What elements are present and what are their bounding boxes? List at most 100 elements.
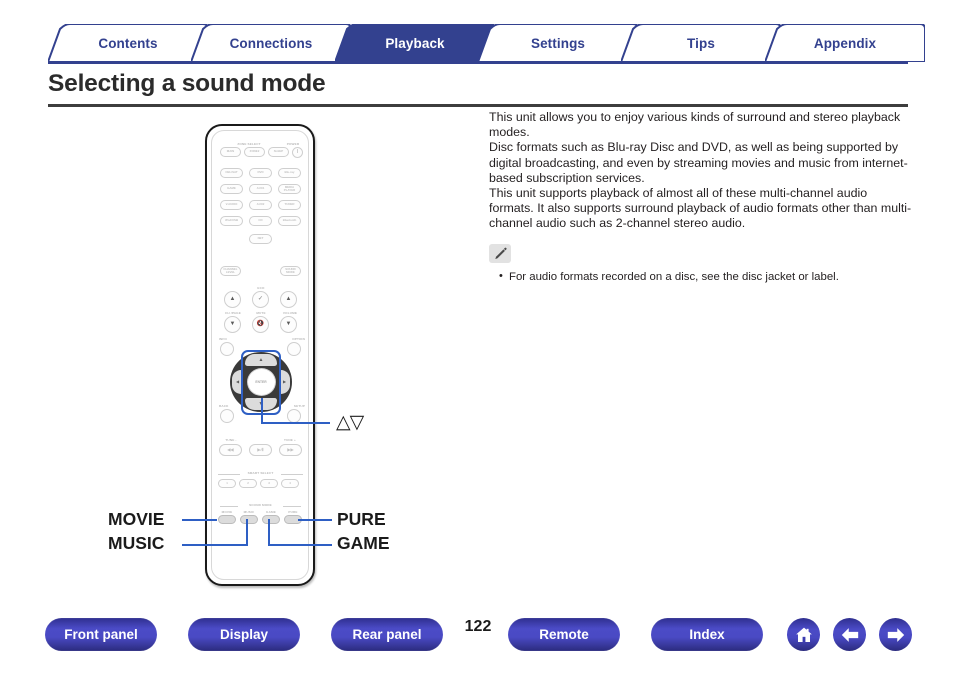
- callout-line-music-horiz: [182, 544, 248, 546]
- callout-line-music-vert: [246, 519, 248, 546]
- remote-button-main[interactable]: MAIN: [220, 147, 241, 157]
- remote-label-back: BACK: [219, 404, 229, 408]
- cursor-up-button[interactable]: ▲: [245, 354, 277, 366]
- callout-line-cursor-vert: [261, 398, 263, 424]
- nav-button-index[interactable]: Index: [651, 618, 763, 651]
- remote-button-skip-forward[interactable]: ▶▶: [279, 444, 302, 456]
- callout-line-game-horiz: [268, 544, 332, 546]
- remote-button-media-player[interactable]: MEDIA PLAYER: [278, 184, 301, 194]
- remote-button-movie[interactable]: .: [218, 515, 236, 524]
- note-block: For audio formats recorded on a disc, se…: [489, 244, 913, 285]
- remote-label-smart-select: SMART SELECT: [247, 471, 274, 475]
- remote-button-bluetooth[interactable]: Bluetooth: [278, 216, 301, 226]
- remote-button-bluray[interactable]: Blu-ray: [278, 168, 301, 178]
- remote-button-channel-down[interactable]: ▼: [224, 316, 241, 333]
- remote-label-pure: PURE: [288, 510, 298, 514]
- remote-button-smart-3[interactable]: 3: [260, 479, 278, 488]
- remote-button-aux2[interactable]: AUX2: [249, 200, 272, 210]
- forward-arrow-icon[interactable]: [879, 618, 912, 651]
- page-number: 122: [464, 618, 492, 635]
- remote-button-volume-up[interactable]: ▲: [280, 291, 297, 308]
- remote-button-smart-2[interactable]: 2: [239, 479, 257, 488]
- remote-button-mute[interactable]: 🔇: [252, 316, 269, 333]
- remote-label-music: MUSIC: [243, 510, 255, 514]
- nav-button-display[interactable]: Display: [188, 618, 300, 651]
- remote-button-game-mode[interactable]: .: [262, 515, 280, 524]
- callout-label-cursor-updown: △▽: [336, 412, 364, 433]
- nav-button-rear-panel[interactable]: Rear panel: [331, 618, 443, 651]
- tab-appendix[interactable]: Appendix: [765, 24, 925, 62]
- remote-label-sound-mode: SOUND MODE: [249, 503, 272, 507]
- remote-button-sleep[interactable]: SLEEP: [268, 147, 289, 157]
- tab-bar: Contents Connections Playback Settings Tips A…: [48, 24, 925, 64]
- remote-label-option: OPTION: [292, 337, 305, 341]
- remote-label-game: GAME: [266, 510, 276, 514]
- body-paragraph: Disc formats such as Blu-ray Disc and DV…: [489, 140, 908, 185]
- callout-line-movie: [182, 519, 217, 521]
- remote-button-cbl-sat[interactable]: CBL/SAT: [220, 168, 243, 178]
- title-divider: [48, 104, 908, 107]
- tab-settings[interactable]: Settings: [478, 24, 638, 62]
- sound-mode-rule-right: [283, 506, 301, 507]
- enter-button[interactable]: ENTER: [246, 368, 276, 396]
- remote-button-v-audio[interactable]: V.AUDIO: [220, 200, 243, 210]
- remote-button-smart-1[interactable]: 1: [218, 479, 236, 488]
- remote-body: ZONE SELECT POWER MAIN ZONE2 SLEEP Ι CBL…: [205, 124, 315, 586]
- body-paragraph: This unit allows you to enjoy various ki…: [489, 110, 901, 140]
- smart-select-rule-left: [218, 474, 240, 475]
- remote-label-tune-minus: TUNE -: [225, 438, 237, 442]
- remote-button-channel-up[interactable]: ▲: [224, 291, 241, 308]
- callout-line-cursor-horiz: [261, 422, 330, 424]
- tab-tips[interactable]: Tips: [621, 24, 781, 62]
- remote-button-smart-4[interactable]: 4: [281, 479, 299, 488]
- remote-label-movie: MOVIE: [221, 510, 233, 514]
- pencil-note-icon: [489, 244, 511, 263]
- remote-button-channel-level[interactable]: CHANNEL LEVEL: [220, 266, 241, 276]
- callout-line-game-vert: [268, 519, 270, 546]
- tab-bar-rule: [48, 61, 908, 64]
- tab-contents[interactable]: Contents: [48, 24, 208, 62]
- remote-button-volume-down[interactable]: ▼: [280, 316, 297, 333]
- tab-label: Contents: [98, 35, 158, 51]
- callout-label-pure: PURE: [337, 509, 386, 529]
- remote-button-dvd[interactable]: DVD: [249, 168, 272, 178]
- remote-button-cd[interactable]: CD: [249, 216, 272, 226]
- callout-label-game: GAME: [337, 533, 390, 553]
- remote-control-illustration: ZONE SELECT POWER MAIN ZONE2 SLEEP Ι CBL…: [205, 124, 315, 586]
- remote-label-setup: SETUP: [293, 404, 305, 408]
- body-text-column: This unit allows you to enjoy various ki…: [489, 110, 913, 232]
- remote-button-eco[interactable]: ✓: [252, 291, 269, 308]
- remote-label-mute: MUTE: [256, 311, 266, 315]
- remote-button-skip-back[interactable]: ◀◀: [219, 444, 242, 456]
- remote-button-back[interactable]: .: [220, 409, 234, 423]
- remote-button-play-pause[interactable]: ▶/Ⅱ: [249, 444, 272, 456]
- remote-button-sound-mode-small[interactable]: SOUND MODE: [280, 266, 301, 276]
- remote-button-music[interactable]: .: [240, 515, 258, 524]
- home-icon[interactable]: [787, 618, 820, 651]
- remote-button-aux1[interactable]: AUX1: [249, 184, 272, 194]
- tab-playback[interactable]: Playback: [335, 24, 495, 62]
- callout-label-music: MUSIC: [108, 533, 165, 553]
- tab-label: Settings: [530, 35, 586, 51]
- tab-connections[interactable]: Connections: [191, 24, 351, 62]
- tab-label: Playback: [385, 35, 445, 51]
- remote-button-tuner[interactable]: TUNER: [278, 200, 301, 210]
- remote-button-net[interactable]: NET: [249, 234, 272, 244]
- remote-button-zone2[interactable]: ZONE2: [244, 147, 265, 157]
- callout-label-movie: MOVIE: [108, 509, 165, 529]
- nav-button-remote[interactable]: Remote: [508, 618, 620, 651]
- back-arrow-icon[interactable]: [833, 618, 866, 651]
- remote-button-power[interactable]: Ι: [292, 147, 303, 158]
- nav-button-front-panel[interactable]: Front panel: [45, 618, 157, 651]
- remote-button-ipod-usb[interactable]: iPod/USB: [220, 216, 243, 226]
- page-title: Selecting a sound mode: [48, 70, 326, 97]
- tab-label: Appendix: [813, 35, 877, 51]
- smart-select-rule-right: [281, 474, 303, 475]
- remote-label-eco: ECO: [257, 286, 265, 290]
- remote-label-zone-select: ZONE SELECT: [237, 142, 261, 146]
- remote-label-tune-plus: TUNE +: [284, 438, 296, 442]
- remote-button-setup[interactable]: .: [287, 409, 301, 423]
- remote-button-game[interactable]: GAME: [220, 184, 243, 194]
- callout-line-pure: [298, 519, 332, 521]
- cursor-left-button[interactable]: ◀: [232, 370, 243, 394]
